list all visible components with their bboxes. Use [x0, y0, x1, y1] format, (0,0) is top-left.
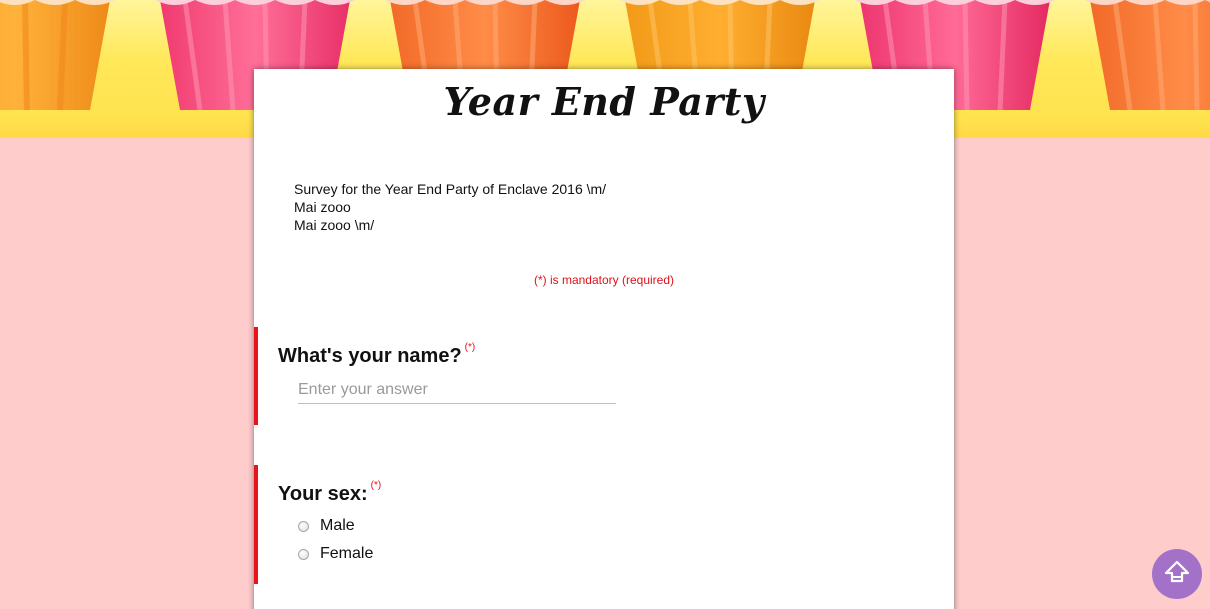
- radio-option-male[interactable]: Male: [298, 517, 355, 535]
- question-title: What's your name? (*): [278, 342, 476, 368]
- question-name: What's your name? (*): [254, 327, 954, 425]
- radio-button[interactable]: [298, 520, 309, 532]
- cupcake-image: [1085, 0, 1210, 115]
- description-line: Mai zooo \m/: [294, 217, 375, 233]
- description-line: Mai zooo: [294, 199, 351, 215]
- required-marker: (*): [370, 480, 382, 491]
- question-title-text: Your sex:: [278, 483, 368, 505]
- required-marker: (*): [464, 342, 476, 353]
- scroll-to-top-button[interactable]: [1152, 549, 1202, 599]
- name-answer-input[interactable]: [298, 377, 616, 404]
- mandatory-note: (*) is mandatory (required): [533, 273, 675, 287]
- question-title-text: What's your name?: [278, 345, 462, 367]
- description-line: Survey for the Year End Party of Enclave…: [294, 181, 607, 197]
- radio-button[interactable]: [298, 548, 309, 560]
- radio-label[interactable]: Female: [320, 545, 373, 563]
- form-title: Year End Party: [443, 79, 765, 124]
- form-description: Survey for the Year End Party of Enclave…: [294, 180, 606, 234]
- radio-option-female[interactable]: Female: [298, 545, 373, 563]
- radio-label[interactable]: Male: [320, 517, 355, 535]
- question-sex: Your sex: (*) Male Female: [254, 465, 954, 584]
- cupcake-image: [0, 0, 115, 115]
- question-title: Your sex: (*): [278, 480, 382, 506]
- arrow-up-icon: [1164, 559, 1190, 590]
- form-card: Year End Party Survey for the Year End P…: [254, 69, 954, 609]
